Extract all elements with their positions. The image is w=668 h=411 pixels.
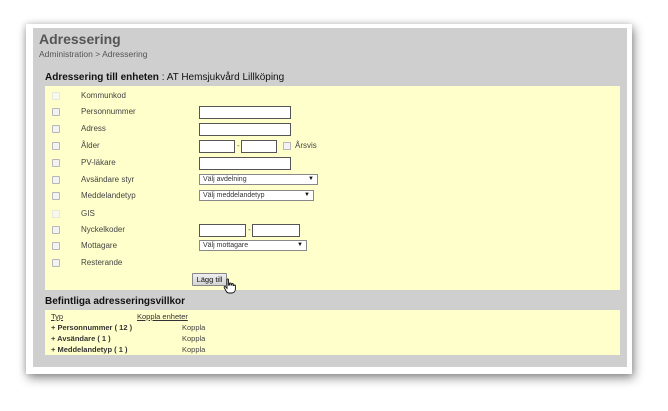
mottagare-select[interactable]: Välj mottagare ▼ (199, 240, 307, 251)
alder-checkbox[interactable] (52, 142, 60, 150)
condition-name[interactable]: + Meddelandetyp ( 1 ) (51, 345, 127, 354)
nyckelkoder-range-separator: - (248, 225, 251, 234)
row-nyckelkoder: Nyckelkoder - (45, 224, 620, 237)
gis-checkbox (52, 210, 60, 218)
mottagare-label: Mottagare (81, 241, 118, 250)
conditions-table: Typ Koppla enheter + Personnummer ( 12 )… (45, 310, 620, 355)
personnummer-checkbox[interactable] (52, 108, 60, 116)
hand-pointer-icon (223, 278, 236, 294)
gis-label: GIS (81, 209, 95, 218)
alder-from-input[interactable] (199, 140, 235, 153)
row-gis: GIS (45, 208, 620, 220)
resterande-checkbox[interactable] (52, 259, 60, 267)
nyckelkoder-to-input[interactable] (252, 224, 300, 237)
kommunkod-label: Kommunkod (81, 91, 126, 100)
adress-label: Adress (81, 124, 106, 133)
row-personnummer: Personnummer (45, 106, 620, 119)
chevron-down-icon: ▼ (297, 242, 303, 248)
page: Adressering Administration > Adressering… (33, 28, 627, 367)
resterande-label: Resterande (81, 258, 123, 267)
addressing-form: Kommunkod Personnummer Adress Ålder - År… (45, 86, 620, 290)
page-header: Adressering Administration > Adressering (39, 31, 147, 59)
breadcrumb: Administration > Adressering (39, 49, 148, 59)
column-header-koppla-enheter[interactable]: Koppla enheter (137, 312, 188, 321)
pv-lakare-label: PV-läkare (81, 158, 116, 167)
meddelandetyp-select-value: Välj meddelandetyp (203, 192, 265, 199)
nyckelkoder-label: Nyckelkoder (81, 225, 126, 234)
personnummer-label: Personnummer (81, 107, 136, 116)
table-row: + Personnummer ( 12 ) Koppla (51, 323, 626, 333)
row-adress: Adress (45, 123, 620, 136)
row-alder: Ålder - Årsvis (45, 140, 620, 153)
row-mottagare: Mottagare Välj mottagare ▼ (45, 240, 620, 252)
koppla-link[interactable]: Koppla (182, 323, 205, 332)
form-section-title: Adressering till enheten : AT Hemsjukvår… (45, 72, 284, 83)
pv-lakare-checkbox[interactable] (52, 159, 60, 167)
alder-range-separator: - (237, 141, 240, 150)
list-section-title: Befintliga adresseringsvillkor (45, 296, 186, 307)
mottagare-checkbox[interactable] (52, 242, 60, 250)
alder-label: Ålder (81, 141, 100, 150)
row-kommunkod: Kommunkod (45, 90, 620, 102)
avsandare-styr-checkbox[interactable] (52, 176, 60, 184)
meddelandetyp-select[interactable]: Välj meddelandetyp ▼ (199, 190, 314, 201)
personnummer-input[interactable] (199, 106, 291, 119)
meddelandetyp-checkbox[interactable] (52, 192, 60, 200)
pv-lakare-input[interactable] (199, 157, 291, 170)
avdelning-select[interactable]: Välj avdelning ▼ (199, 174, 318, 185)
mottagare-select-value: Välj mottagare (203, 242, 249, 249)
table-row: + Meddelandetyp ( 1 ) Koppla (51, 345, 626, 355)
avsandare-styr-label: Avsändare styr (81, 175, 135, 184)
arsvis-label: Årsvis (295, 141, 317, 150)
add-button[interactable]: Lägg till (192, 273, 227, 286)
form-section-unit: : AT Hemsjukvård Lillköping (158, 72, 285, 83)
row-resterande: Resterande (45, 257, 620, 269)
condition-name[interactable]: + Personnummer ( 12 ) (51, 323, 132, 332)
row-pv-lakare: PV-läkare (45, 157, 620, 170)
nyckelkoder-checkbox[interactable] (52, 226, 60, 234)
alder-to-input[interactable] (241, 140, 277, 153)
adress-input[interactable] (199, 123, 291, 136)
kommunkod-checkbox (52, 92, 60, 100)
adress-checkbox[interactable] (52, 125, 60, 133)
row-avsandare-styr: Avsändare styr Välj avdelning ▼ (45, 174, 620, 186)
chevron-down-icon: ▼ (308, 176, 314, 182)
chevron-down-icon: ▼ (304, 192, 310, 198)
nyckelkoder-from-input[interactable] (199, 224, 246, 237)
koppla-link[interactable]: Koppla (182, 345, 205, 354)
column-header-typ[interactable]: Typ (51, 312, 63, 321)
meddelandetyp-label: Meddelandetyp (81, 191, 136, 200)
page-title: Adressering (39, 31, 121, 47)
table-row: + Avsändare ( 1 ) Koppla (51, 334, 626, 344)
arsvis-checkbox[interactable] (283, 142, 291, 150)
koppla-link[interactable]: Koppla (182, 334, 205, 343)
row-meddelandetyp: Meddelandetyp Välj meddelandetyp ▼ (45, 190, 620, 202)
form-section-title-prefix: Adressering till enheten (45, 72, 159, 83)
condition-name[interactable]: + Avsändare ( 1 ) (51, 334, 111, 343)
avdelning-select-value: Välj avdelning (203, 176, 247, 183)
